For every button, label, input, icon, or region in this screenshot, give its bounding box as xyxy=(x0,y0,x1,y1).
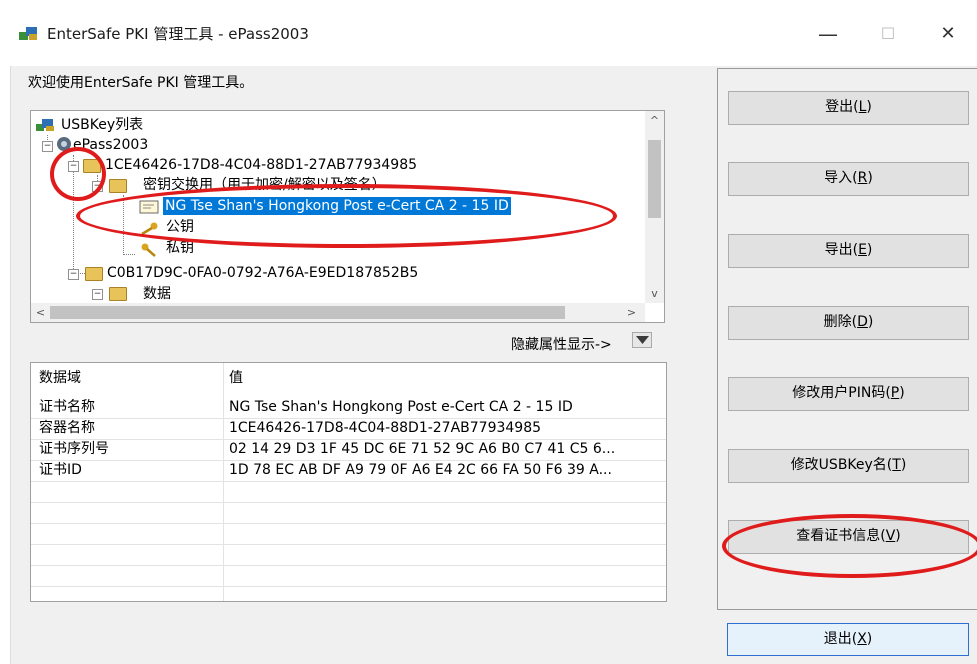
export-label: 导出( xyxy=(824,242,859,258)
keyexchange-folder-icon xyxy=(109,179,127,193)
annotation-circle-expander xyxy=(50,147,106,201)
tree-node-container1[interactable]: 1CE46426-17D8-4C04-88D1-27AB77934985 xyxy=(105,156,417,174)
table-empty-row xyxy=(31,481,666,503)
table-empty-row xyxy=(31,544,666,566)
table-row[interactable]: 证书序列号 02 14 29 D3 1F 45 DC 6E 71 52 9C A… xyxy=(31,439,666,461)
table-header-row: 数据域 值 xyxy=(31,368,666,389)
row-field: 证书ID xyxy=(39,462,82,478)
triangle-down-icon xyxy=(636,336,649,344)
tree-vertical-thumb[interactable] xyxy=(648,140,661,218)
export-button[interactable]: 导出(E) xyxy=(728,234,969,268)
properties-table: 数据域 值 证书名称 NG Tse Shan's Hongkong Post e… xyxy=(30,362,667,602)
import-button[interactable]: 导入(R) xyxy=(728,162,969,196)
column-separator xyxy=(223,363,224,601)
delete-button[interactable]: 删除(D) xyxy=(728,306,969,340)
row-value: 1CE46426-17D8-4C04-88D1-27AB77934985 xyxy=(229,420,542,436)
row-field: 证书名称 xyxy=(39,399,95,415)
tree-horizontal-thumb[interactable] xyxy=(50,306,565,319)
hide-properties-toggle[interactable] xyxy=(632,332,652,348)
usbkey-list-icon xyxy=(36,119,54,131)
header-value: 值 xyxy=(229,370,243,386)
private-key-icon xyxy=(141,243,156,257)
container2-folder-icon xyxy=(85,267,103,281)
row-field: 容器名称 xyxy=(39,420,95,436)
import-label: 导入( xyxy=(824,170,858,186)
window-title: EnterSafe PKI 管理工具 - ePass2003 xyxy=(47,25,309,43)
exit-label: 退出( xyxy=(823,631,858,647)
export-hotkey: E xyxy=(858,242,867,258)
logout-label-end: ) xyxy=(866,99,872,115)
exit-hotkey: X xyxy=(857,631,867,647)
row-value: NG Tse Shan's Hongkong Post e-Cert CA 2 … xyxy=(229,399,573,415)
table-row[interactable]: 证书ID 1D 78 EC AB DF A9 79 0F A6 E4 2C 66… xyxy=(31,460,666,482)
scroll-up-icon[interactable]: ^ xyxy=(645,111,664,130)
row-value: 1D 78 EC AB DF A9 79 0F A6 E4 2C 66 FA 5… xyxy=(229,462,612,478)
close-button[interactable]: ✕ xyxy=(928,20,968,48)
rename-label-end: ) xyxy=(900,457,907,473)
app-icon xyxy=(19,27,37,40)
row-value: 02 14 29 D3 1F 45 DC 6E 71 52 9C A6 B0 C… xyxy=(229,441,616,457)
logout-label: 登出( xyxy=(825,99,859,115)
rename-hotkey: T xyxy=(892,457,901,473)
row-field: 证书序列号 xyxy=(39,441,109,457)
tree-node-root[interactable]: USBKey列表 xyxy=(61,116,143,134)
change-pin-button[interactable]: 修改用户PIN码(P) xyxy=(728,377,969,411)
import-hotkey: R xyxy=(857,170,868,186)
scroll-right-icon[interactable]: > xyxy=(622,303,641,322)
minimize-button[interactable]: — xyxy=(808,20,848,48)
exit-button[interactable]: 退出(X) xyxy=(727,623,969,656)
table-empty-row xyxy=(31,502,666,524)
device-expander[interactable]: − xyxy=(42,141,53,152)
import-label-end: ) xyxy=(867,170,873,186)
exit-label-end: ) xyxy=(866,631,873,647)
hide-properties-label[interactable]: 隐藏属性显示-> xyxy=(511,334,612,354)
header-field: 数据域 xyxy=(39,370,81,386)
rename-label: 修改USBKey名( xyxy=(790,457,893,473)
maximize-button[interactable]: ☐ xyxy=(868,20,908,48)
change-pin-hotkey: P xyxy=(890,385,900,401)
table-empty-row xyxy=(31,565,666,587)
delete-label-end: ) xyxy=(867,314,874,330)
rename-usbkey-button[interactable]: 修改USBKey名(T) xyxy=(728,449,969,483)
delete-hotkey: D xyxy=(857,314,868,330)
table-empty-row xyxy=(31,523,666,545)
change-pin-label: 修改用户PIN码( xyxy=(792,385,891,401)
container2-expander[interactable]: − xyxy=(68,269,79,280)
annotation-ellipse-certificate xyxy=(76,184,617,248)
tree-node-data[interactable]: 数据 xyxy=(143,285,171,303)
change-pin-label-end: ) xyxy=(899,385,905,401)
scroll-left-icon[interactable]: < xyxy=(31,303,50,322)
table-row[interactable]: 容器名称 1CE46426-17D8-4C04-88D1-27AB7793498… xyxy=(31,418,666,440)
annotation-ellipse-view-button xyxy=(722,514,977,578)
data-folder-icon xyxy=(109,287,127,301)
logout-button[interactable]: 登出(L) xyxy=(728,91,969,125)
delete-label: 删除( xyxy=(823,314,858,330)
scroll-down-icon[interactable]: v xyxy=(645,284,664,303)
table-row[interactable]: 证书名称 NG Tse Shan's Hongkong Post e-Cert … xyxy=(31,397,666,419)
tree-node-container2[interactable]: C0B17D9C-0FA0-0792-A76A-E9ED187852B5 xyxy=(107,264,418,282)
welcome-text: 欢迎使用EnterSafe PKI 管理工具。 xyxy=(28,75,254,91)
data-expander[interactable]: − xyxy=(92,289,103,300)
export-label-end: ) xyxy=(866,242,873,258)
